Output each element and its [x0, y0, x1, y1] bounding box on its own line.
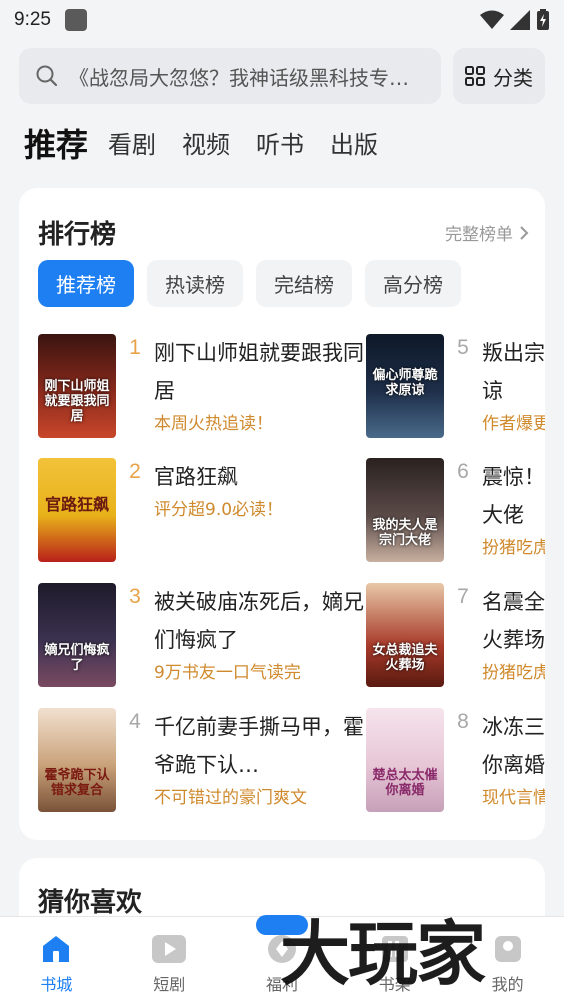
grid-icon [465, 66, 485, 86]
book-subtitle: 不可错过的豪门爽文 [154, 788, 307, 808]
book-title: 被关破庙冻死后，嫡兄们悔疯了 [154, 590, 364, 652]
book-title: 冰冻三尺，楚总太太催你离婚 [482, 715, 545, 777]
book-cover-text: 霍爷跪下认错求复合 [44, 768, 110, 798]
book-item[interactable]: 嫡兄们悔疯了 3 被关破庙冻死后，嫡兄们悔疯了 9万书友一口气读完 [38, 583, 368, 687]
app-notification-icon [64, 9, 87, 31]
book-info: 被关破庙冻死后，嫡兄们悔疯了 9万书友一口气读完 [154, 583, 364, 687]
status-bar: 9:25 [0, 0, 564, 40]
book-info: 官路狂飙 评分超9.0必读！ [154, 458, 364, 562]
book-cover-text: 刚下山师姐就要跟我同居 [44, 379, 110, 424]
book-subtitle: 评分超9.0必读！ [154, 500, 284, 520]
book-cover: 刚下山师姐就要跟我同居 [38, 334, 116, 438]
book-info: 叛出宗门，师尊跪求原谅 作者爆更中 [482, 334, 545, 438]
category-button[interactable]: 分类 [453, 48, 545, 104]
book-title: 千亿前妻手撕马甲，霍爷跪下认… [154, 715, 364, 777]
book-rank: 1 [129, 336, 141, 359]
book-cover-text: 女总裁追夫火葬场 [372, 643, 438, 673]
guess-you-like-title: 猜你喜欢 [38, 888, 143, 918]
ranking-tab-hot[interactable]: 热读榜 [147, 260, 243, 307]
book-rank: 4 [129, 710, 141, 733]
book-cover: 官路狂飙 [38, 458, 116, 562]
tab-recommend[interactable]: 推荐 [24, 122, 88, 168]
nav-bookstore-label: 书城 [40, 975, 73, 994]
play-icon [152, 935, 187, 963]
book-cover: 楚总太太催你离婚 [366, 708, 444, 812]
full-ranking-link[interactable]: 完整榜单 [445, 220, 529, 245]
chevron-right-icon [520, 225, 529, 240]
book-title: 官路狂飙 [154, 465, 238, 489]
search-input[interactable]: 《战忽局大忽悠？我神话级黑科技专… [19, 48, 441, 104]
book-subtitle: 作者爆更中 [482, 414, 545, 434]
bookstore-icon [43, 936, 70, 962]
ranking-title: 排行榜 [38, 220, 117, 250]
book-subtitle: 扮猪吃虎爽文 [482, 538, 545, 558]
book-info: 震惊！我的夫人是宗门大佬 扮猪吃虎爽文 [482, 458, 545, 562]
book-rank: 7 [457, 585, 469, 608]
book-cover-text: 楚总太太催你离婚 [372, 768, 438, 798]
book-subtitle: 本周火热追读！ [154, 414, 273, 434]
book-item[interactable]: 霍爷跪下认错求复合 4 千亿前妻手撕马甲，霍爷跪下认… 不可错过的豪门爽文 [38, 708, 368, 812]
book-subtitle: 9万书友一口气读完 [154, 663, 301, 683]
book-subtitle: 现代言情 [482, 788, 545, 808]
book-title: 名震全城，前夫裁追夫火葬场 [482, 590, 545, 652]
full-ranking-label: 完整榜单 [445, 225, 513, 245]
nav-short-drama-label: 短剧 [153, 975, 186, 994]
nav-profile-label: 我的 [491, 975, 524, 994]
book-item[interactable]: 偏心师尊跪求原谅 5 叛出宗门，师尊跪求原谅 作者爆更中 [366, 334, 545, 438]
book-info: 刚下山师姐就要跟我同居 本周火热追读！ [154, 334, 364, 438]
book-title: 刚下山师姐就要跟我同居 [154, 341, 364, 403]
search-icon [36, 65, 58, 87]
book-rank: 2 [129, 460, 141, 483]
book-info: 名震全城，前夫裁追夫火葬场 扮猪吃虎女强 [482, 583, 545, 687]
tab-publish[interactable]: 出版 [330, 122, 378, 168]
book-item[interactable]: 刚下山师姐就要跟我同居 1 刚下山师姐就要跟我同居 本周火热追读！ [38, 334, 368, 438]
nav-short-drama[interactable]: 短剧 [113, 917, 226, 1004]
book-cover-text: 官路狂飙 [44, 495, 109, 514]
ranking-tab-high-score[interactable]: 高分榜 [365, 260, 461, 307]
profile-icon [494, 936, 521, 962]
book-item[interactable]: 我的夫人是宗门大佬 6 震惊！我的夫人是宗门大佬 扮猪吃虎爽文 [366, 458, 545, 562]
book-info: 千亿前妻手撕马甲，霍爷跪下认… 不可错过的豪门爽文 [154, 708, 364, 812]
book-subtitle: 扮猪吃虎女强 [482, 663, 545, 683]
signal-icon [510, 10, 530, 30]
battery-icon [537, 9, 549, 30]
nav-bookstore[interactable]: 书城 [0, 917, 113, 1004]
book-rank: 6 [457, 460, 469, 483]
category-label: 分类 [493, 65, 533, 90]
book-rank: 8 [457, 710, 469, 733]
book-title: 叛出宗门，师尊跪求原谅 [482, 341, 545, 403]
book-cover: 我的夫人是宗门大佬 [366, 458, 444, 562]
ranking-header: 排行榜 完整榜单 [38, 214, 529, 251]
book-cover: 偏心师尊跪求原谅 [366, 334, 444, 438]
status-time: 9:25 [14, 9, 51, 30]
ranking-tabs: 推荐榜 热读榜 完结榜 高分榜 [38, 260, 461, 307]
book-item[interactable]: 官路狂飙 2 官路狂飙 评分超9.0必读！ [38, 458, 368, 562]
book-title: 震惊！我的夫人是宗门大佬 [482, 465, 545, 527]
book-rank: 3 [129, 585, 141, 608]
book-cover-text: 我的夫人是宗门大佬 [372, 518, 438, 548]
book-info: 冰冻三尺，楚总太太催你离婚 现代言情 [482, 708, 545, 812]
book-item[interactable]: 楚总太太催你离婚 8 冰冻三尺，楚总太太催你离婚 现代言情 [366, 708, 545, 812]
top-tabs: 推荐 看剧 视频 听书 出版 [24, 122, 404, 168]
ranking-tab-finished[interactable]: 完结榜 [256, 260, 352, 307]
book-cover: 嫡兄们悔疯了 [38, 583, 116, 687]
watermark: 大玩家 [280, 912, 486, 995]
book-item[interactable]: 女总裁追夫火葬场 7 名震全城，前夫裁追夫火葬场 扮猪吃虎女强 [366, 583, 545, 687]
search-row: 《战忽局大忽悠？我神话级黑科技专… 分类 [19, 48, 545, 104]
book-cover: 霍爷跪下认错求复合 [38, 708, 116, 812]
book-cover-text: 偏心师尊跪求原谅 [372, 368, 438, 398]
search-placeholder: 《战忽局大忽悠？我神话级黑科技专… [69, 65, 409, 90]
book-rank: 5 [457, 336, 469, 359]
ranking-tab-recommend[interactable]: 推荐榜 [38, 260, 134, 307]
book-cover-text: 嫡兄们悔疯了 [44, 643, 110, 673]
tab-audio[interactable]: 听书 [256, 122, 304, 168]
tab-drama[interactable]: 看剧 [108, 122, 156, 168]
ranking-card: 排行榜 完整榜单 推荐榜 热读榜 完结榜 高分榜 刚下山师姐就要跟我同居 1 刚… [19, 188, 545, 840]
book-cover: 女总裁追夫火葬场 [366, 583, 444, 687]
tab-video[interactable]: 视频 [182, 122, 230, 168]
status-icons [480, 9, 550, 31]
wifi-icon [480, 10, 504, 29]
